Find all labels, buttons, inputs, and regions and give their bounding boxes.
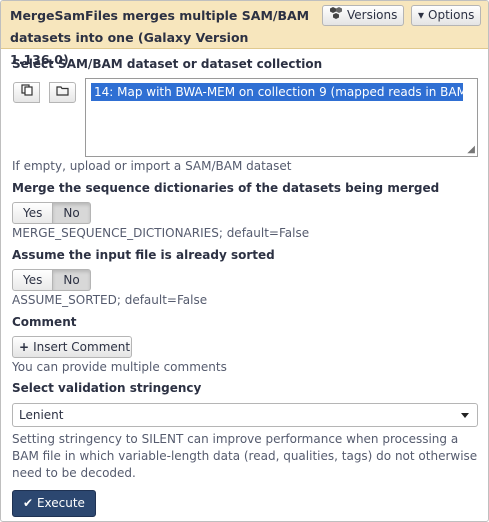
versions-button[interactable]: Versions xyxy=(322,5,405,26)
check-icon: ✔ xyxy=(23,496,34,510)
plus-icon: + xyxy=(19,340,30,354)
assume-sorted-yes[interactable]: Yes xyxy=(12,269,54,291)
folder-source-button[interactable] xyxy=(49,82,76,103)
assume-sorted-toggle[interactable]: Yes No xyxy=(12,269,91,291)
caret-down-icon xyxy=(461,413,469,418)
comment-help: You can provide multiple comments xyxy=(12,360,227,374)
execute-button[interactable]: ✔ Execute xyxy=(12,490,96,517)
insert-comment-label: Insert Comment xyxy=(33,340,131,354)
dataset-select[interactable]: 14: Map with BWA-MEM on collection 9 (ma… xyxy=(85,78,478,157)
merge-dicts-yes[interactable]: Yes xyxy=(12,202,54,224)
selected-dataset-option[interactable]: 14: Map with BWA-MEM on collection 9 (ma… xyxy=(91,83,463,101)
validation-select[interactable]: Lenient xyxy=(12,403,478,427)
versions-label: Versions xyxy=(347,8,398,22)
tool-form-panel: MergeSamFiles merges multiple SAM/BAM da… xyxy=(0,0,489,522)
execute-label: Execute xyxy=(36,496,85,510)
merge-dicts-label: Merge the sequence dictionaries of the d… xyxy=(12,181,440,195)
validation-selected-value: Lenient xyxy=(19,408,64,422)
copy-icon xyxy=(20,84,33,99)
validation-help: Setting stringency to SILENT can improve… xyxy=(12,432,478,480)
folder-icon xyxy=(56,85,69,99)
comment-label: Comment xyxy=(12,315,77,329)
copy-source-button[interactable] xyxy=(13,82,40,103)
assume-sorted-no[interactable]: No xyxy=(53,269,91,291)
merge-dicts-help: MERGE_SEQUENCE_DICTIONARIES; default=Fal… xyxy=(12,226,310,240)
validation-label: Select validation stringency xyxy=(12,381,202,395)
options-button[interactable]: ▾ Options xyxy=(411,5,482,26)
merge-dicts-no[interactable]: No xyxy=(53,202,91,224)
resize-handle-icon[interactable]: ◢ xyxy=(467,144,475,155)
insert-comment-button[interactable]: + Insert Comment xyxy=(12,336,132,358)
input-dataset-label: Select SAM/BAM dataset or dataset collec… xyxy=(12,57,323,71)
assume-sorted-label: Assume the input file is already sorted xyxy=(12,248,275,262)
input-dataset-help: If empty, upload or import a SAM/BAM dat… xyxy=(12,159,292,173)
assume-sorted-help: ASSUME_SORTED; default=False xyxy=(12,293,208,307)
cubes-icon xyxy=(329,6,343,25)
caret-down-icon: ▾ xyxy=(418,8,425,22)
options-label: Options xyxy=(428,8,475,22)
merge-dicts-toggle[interactable]: Yes No xyxy=(12,202,91,224)
tool-form-header: MergeSamFiles merges multiple SAM/BAM da… xyxy=(1,1,488,67)
